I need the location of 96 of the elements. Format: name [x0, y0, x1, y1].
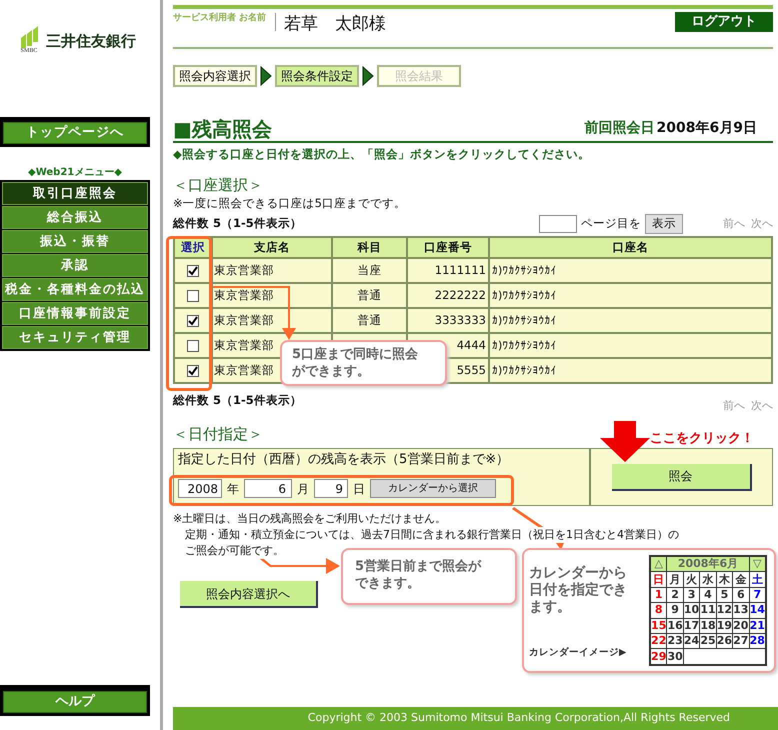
menu-item[interactable]: 承認: [2, 254, 148, 277]
top-page-button[interactable]: トップページへ: [3, 122, 147, 144]
calendar-day[interactable]: 18: [700, 618, 716, 634]
calendar-day[interactable]: 15: [650, 618, 667, 634]
row-checkbox[interactable]: [187, 364, 199, 377]
calendar-button[interactable]: カレンダーから選択: [370, 479, 496, 498]
weekday-label: 水: [700, 572, 716, 588]
calendar-day[interactable]: 2: [666, 587, 684, 603]
inquiry-button[interactable]: 照会: [612, 464, 752, 491]
calendar-day[interactable]: 29: [650, 648, 667, 665]
table-cell: ｶ)ﾜｶｸｻｼﾖｳｶｲ: [489, 358, 772, 384]
row-checkbox[interactable]: [187, 314, 199, 327]
user-name: 若草 太郎様: [283, 13, 386, 36]
page-label: ページ目を: [581, 215, 641, 232]
year-field[interactable]: 2008: [178, 479, 222, 498]
callout-text: カレンダーから日付を指定できます。: [529, 565, 628, 616]
show-button[interactable]: 表示: [645, 214, 683, 234]
menu-item[interactable]: 口座情報事前設定: [2, 302, 148, 325]
calendar-day[interactable]: 24: [683, 634, 700, 649]
result-count: 総件数 5（1-5件表示）: [173, 392, 302, 410]
calendar-day[interactable]: 21: [749, 618, 766, 634]
bank-logo-text: 三井住友銀行: [46, 31, 136, 52]
row-checkbox[interactable]: [187, 290, 199, 302]
weekday-label: 土: [749, 572, 766, 588]
calendar-day[interactable]: 26: [716, 634, 733, 649]
user-label: サービス利用者 お名前: [173, 11, 268, 25]
prev-month-button[interactable]: △: [650, 556, 667, 572]
help-button[interactable]: ヘルプ: [3, 691, 147, 713]
logo-icon: [18, 26, 40, 48]
note-text: ※一度に照会できる口座は5口座までです。: [173, 195, 406, 212]
page-number-field[interactable]: [539, 214, 577, 233]
menu-item[interactable]: 振込・振替: [2, 230, 148, 253]
calendar-day[interactable]: 28: [749, 634, 766, 649]
calendar-day[interactable]: 19: [716, 618, 733, 634]
section-heading: ＜日付指定＞: [173, 424, 263, 444]
day-unit: 日: [353, 480, 365, 498]
calendar-day[interactable]: 10: [683, 602, 700, 618]
instruction-text: ◆照会する口座と日付を選択の上、「照会」ボタンをクリックしてください。: [173, 146, 591, 163]
calendar-day[interactable]: 14: [749, 602, 766, 618]
arrow-right-icon: [260, 66, 272, 86]
section-heading: ＜口座選択＞: [173, 175, 263, 196]
weekday-label: 金: [732, 572, 750, 588]
weekday-label: 日: [650, 572, 667, 588]
column-header: 口座名: [489, 237, 772, 258]
down-arrow-icon: [600, 421, 650, 462]
note-text: 定期・通知・積立預金については、過去7日間に含まれる銀行営業日（祝日を1日含むと4営業日）の: [185, 527, 679, 544]
calendar-day[interactable]: 3: [683, 587, 700, 603]
calendar-day[interactable]: 17: [683, 618, 700, 634]
menu-item[interactable]: セキュリティ管理: [2, 326, 148, 349]
month-field[interactable]: 6: [244, 479, 292, 498]
calendar-day[interactable]: 12: [716, 602, 733, 618]
calendar-day[interactable]: 13: [732, 602, 750, 618]
calendar-day[interactable]: 23: [666, 634, 684, 649]
month-unit: 月: [297, 480, 309, 498]
menu-title: ◆Web21メニュー◆: [27, 166, 123, 180]
calendar-day[interactable]: 11: [700, 602, 716, 618]
calendar-day[interactable]: 22: [650, 634, 667, 649]
copyright-text: Copyright © 2003 Sumitomo Mitsui Banking Corporation,All Rights Reserved: [308, 710, 730, 726]
column-header: 口座番号: [407, 237, 489, 258]
callout-text: 5営業日前まで照会ができます。: [355, 558, 482, 592]
menu-item[interactable]: 総合振込: [2, 206, 148, 229]
logout-button[interactable]: ログアウト: [675, 12, 773, 32]
calendar-day[interactable]: 30: [666, 648, 684, 665]
calendar-day[interactable]: 9: [666, 602, 684, 618]
step-tab: 照会結果: [377, 65, 461, 87]
calendar-day[interactable]: 5: [716, 587, 733, 603]
calendar-day[interactable]: 25: [700, 634, 716, 649]
back-button[interactable]: 照会内容選択へ: [180, 581, 318, 608]
weekday-label: 火: [683, 572, 700, 588]
last-inquiry-date: 2008年6月9日: [656, 119, 757, 138]
arrow-right-icon: [362, 66, 374, 86]
last-inquiry-label: 前回照会日: [584, 119, 655, 138]
weekday-label: 木: [716, 572, 733, 588]
year-unit: 年: [227, 480, 239, 498]
row-checkbox[interactable]: [187, 340, 199, 352]
menu-item[interactable]: 税金・各種料金の払込: [2, 278, 148, 301]
weekday-label: 月: [666, 572, 684, 588]
calendar-month: 2008年6月: [666, 556, 750, 572]
calendar-day[interactable]: 7: [749, 587, 766, 603]
column-header: 科目: [332, 237, 407, 258]
calendar-day[interactable]: 16: [666, 618, 684, 634]
result-count: 総件数 5（1-5件表示）: [173, 215, 302, 232]
calendar-day[interactable]: 4: [700, 587, 716, 603]
calendar-day[interactable]: 27: [732, 634, 750, 649]
calendar-day[interactable]: 1: [650, 587, 667, 603]
calendar-day[interactable]: 6: [732, 587, 750, 603]
calendar-day[interactable]: 8: [650, 602, 667, 618]
column-header: 支店名: [212, 237, 332, 258]
menu-item[interactable]: 取引口座照会: [2, 182, 148, 205]
click-hint: ここをクリック！: [650, 430, 754, 448]
date-label: 指定した日付（西暦）の残高を表示（5営業日前まで※）: [178, 451, 510, 470]
row-checkbox[interactable]: [187, 264, 199, 277]
calendar-caption: カレンダーイメージ▶: [529, 646, 628, 660]
day-field[interactable]: 9: [314, 479, 348, 498]
calendar-day[interactable]: 20: [732, 618, 750, 634]
page-title: ■残高照会: [173, 119, 272, 139]
